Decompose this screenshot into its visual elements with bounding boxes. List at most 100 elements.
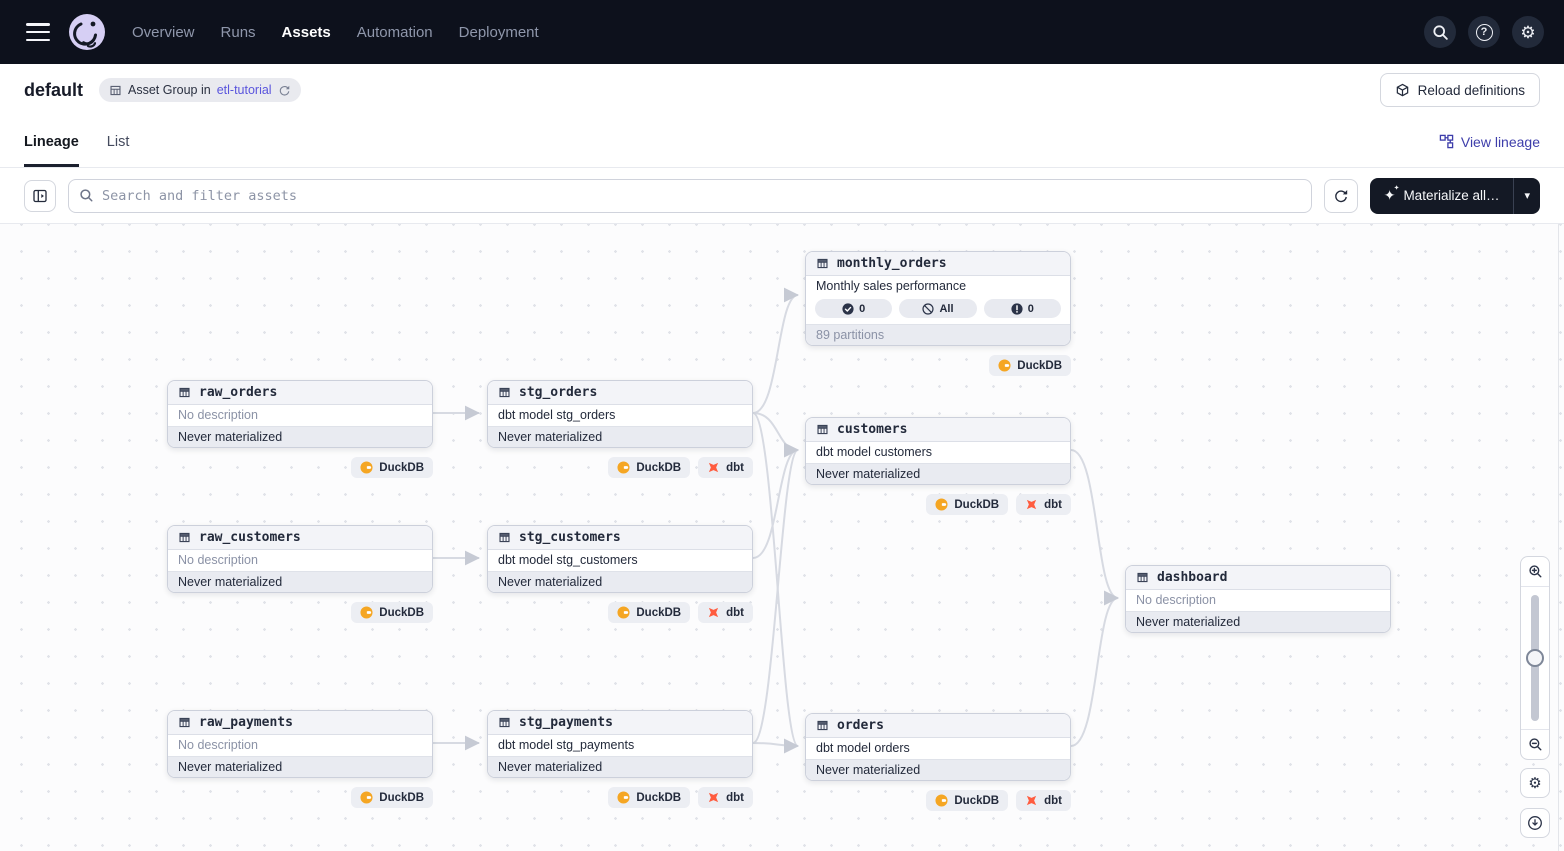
duckdb-icon: [617, 461, 630, 474]
tag-duckdb[interactable]: DuckDB: [926, 790, 1008, 811]
asset-name: stg_orders: [519, 385, 597, 400]
table-icon: [178, 386, 191, 399]
asset-tags-monthly_orders: DuckDB: [805, 355, 1071, 376]
asset-node-header: raw_payments: [168, 711, 432, 735]
badge-prefix: Asset Group in: [128, 83, 211, 97]
asset-node-header: raw_orders: [168, 381, 432, 405]
search-icon[interactable]: [1424, 16, 1456, 48]
asset-node-stg_customers[interactable]: stg_customersdbt model stg_customersNeve…: [487, 525, 753, 593]
edge-stg_payments-to-orders: [753, 743, 798, 746]
graph-settings-gear-icon[interactable]: ⚙: [1520, 768, 1550, 798]
help-icon[interactable]: ?: [1468, 16, 1500, 48]
lineage-canvas[interactable]: monthly_ordersMonthly sales performance0…: [0, 224, 1564, 851]
table-icon: [816, 719, 829, 732]
zoom-in-icon[interactable]: [1521, 557, 1549, 587]
nav-item-overview[interactable]: Overview: [132, 24, 195, 41]
asset-name: orders: [837, 718, 884, 733]
asset-tags-customers: DuckDB dbt: [805, 494, 1071, 515]
tab-lineage[interactable]: Lineage: [24, 116, 79, 167]
asset-status-pills: 0 All 0: [806, 297, 1070, 324]
asset-node-header: orders: [806, 714, 1070, 738]
asset-group-badge: Asset Group in etl-tutorial: [99, 78, 301, 102]
asset-name: stg_customers: [519, 530, 621, 545]
tag-duckdb[interactable]: DuckDB: [608, 457, 690, 478]
asset-materialization-status: Never materialized: [1126, 611, 1390, 632]
nav-item-runs[interactable]: Runs: [221, 24, 256, 41]
refresh-graph-icon[interactable]: [1324, 179, 1358, 213]
asset-name: dashboard: [1157, 570, 1227, 585]
materialize-dropdown-caret[interactable]: ▾: [1513, 178, 1540, 214]
asset-node-raw_orders[interactable]: raw_ordersNo descriptionNever materializ…: [167, 380, 433, 448]
asset-tags-stg_payments: DuckDB dbt: [487, 787, 753, 808]
asset-name: customers: [837, 422, 907, 437]
tag-duckdb[interactable]: DuckDB: [926, 494, 1008, 515]
zoom-slider-handle[interactable]: [1526, 649, 1544, 667]
asset-tags-raw_orders: DuckDB: [167, 457, 433, 478]
nav-item-assets[interactable]: Assets: [282, 24, 331, 41]
table-icon: [816, 257, 829, 270]
reload-definitions-button[interactable]: Reload definitions: [1380, 73, 1540, 107]
download-graph-icon[interactable]: [1520, 808, 1550, 838]
lineage-graph-icon: [1439, 134, 1454, 149]
asset-node-raw_customers[interactable]: raw_customersNo descriptionNever materia…: [167, 525, 433, 593]
tag-duckdb[interactable]: DuckDB: [608, 602, 690, 623]
nav-item-deployment[interactable]: Deployment: [459, 24, 539, 41]
chevron-down-icon: ▾: [1524, 189, 1530, 202]
canvas-right-divider: [1558, 224, 1559, 851]
nav-item-automation[interactable]: Automation: [357, 24, 433, 41]
tag-duckdb[interactable]: DuckDB: [351, 787, 433, 808]
tag-dbt[interactable]: dbt: [698, 602, 753, 623]
asset-description: No description: [168, 735, 432, 756]
asset-node-customers[interactable]: customersdbt model customersNever materi…: [805, 417, 1071, 485]
status-pill-alert-circle[interactable]: 0: [984, 299, 1061, 318]
duckdb-icon: [617, 606, 630, 619]
tag-dbt[interactable]: dbt: [1016, 790, 1071, 811]
tab-list[interactable]: List: [107, 116, 130, 167]
tag-dbt[interactable]: dbt: [1016, 494, 1071, 515]
asset-search-input[interactable]: [102, 188, 1301, 204]
asset-node-orders[interactable]: ordersdbt model ordersNever materialized: [805, 713, 1071, 781]
toggle-sidebar-icon[interactable]: [24, 180, 56, 212]
code-location-link[interactable]: etl-tutorial: [217, 83, 272, 97]
hamburger-menu-icon[interactable]: [26, 23, 50, 41]
tag-duckdb[interactable]: DuckDB: [351, 457, 433, 478]
zoom-out-icon[interactable]: [1521, 729, 1549, 759]
view-lineage-link[interactable]: View lineage: [1439, 134, 1540, 150]
tag-duckdb[interactable]: DuckDB: [989, 355, 1071, 376]
refresh-icon[interactable]: [278, 84, 291, 97]
asset-node-dashboard[interactable]: dashboardNo descriptionNever materialize…: [1125, 565, 1391, 633]
sparkle-icon: ✦: [1384, 187, 1396, 204]
asset-node-monthly_orders[interactable]: monthly_ordersMonthly sales performance0…: [805, 251, 1071, 346]
status-pill-slash-circle[interactable]: All: [899, 299, 976, 318]
edge-stg_orders-to-monthly_orders: [753, 295, 798, 413]
asset-node-stg_payments[interactable]: stg_paymentsdbt model stg_paymentsNever …: [487, 710, 753, 778]
table-icon: [816, 423, 829, 436]
asset-node-raw_payments[interactable]: raw_paymentsNo descriptionNever material…: [167, 710, 433, 778]
tag-duckdb[interactable]: DuckDB: [608, 787, 690, 808]
dbt-icon: [707, 606, 720, 619]
asset-node-header: monthly_orders: [806, 252, 1070, 276]
asset-node-header: stg_payments: [488, 711, 752, 735]
code-location-icon: [1395, 83, 1410, 98]
asset-tags-raw_customers: DuckDB: [167, 602, 433, 623]
main-nav-items: Overview Runs Assets Automation Deployment: [132, 24, 539, 41]
table-icon: [498, 716, 511, 729]
dagster-logo-icon[interactable]: [68, 13, 106, 51]
tag-dbt[interactable]: dbt: [698, 787, 753, 808]
asset-materialization-status: Never materialized: [488, 571, 752, 592]
settings-gear-icon[interactable]: ⚙: [1512, 16, 1544, 48]
tag-dbt[interactable]: dbt: [698, 457, 753, 478]
asset-node-header: stg_orders: [488, 381, 752, 405]
materialize-all-button[interactable]: ✦ Materialize all…: [1370, 178, 1514, 214]
graph-toolbar: ✦ Materialize all… ▾: [0, 168, 1564, 224]
asset-node-stg_orders[interactable]: stg_ordersdbt model stg_ordersNever mate…: [487, 380, 753, 448]
asset-node-header: raw_customers: [168, 526, 432, 550]
page-header: default Asset Group in etl-tutorial Relo…: [0, 64, 1564, 116]
edge-orders-to-dashboard: [1071, 598, 1118, 746]
zoom-slider[interactable]: [1521, 587, 1549, 729]
edge-stg_payments-to-customers: [753, 450, 798, 743]
check-circle-icon: [842, 303, 854, 315]
asset-materialization-status: Never materialized: [168, 756, 432, 777]
tag-duckdb[interactable]: DuckDB: [351, 602, 433, 623]
status-pill-check-circle[interactable]: 0: [815, 299, 892, 318]
